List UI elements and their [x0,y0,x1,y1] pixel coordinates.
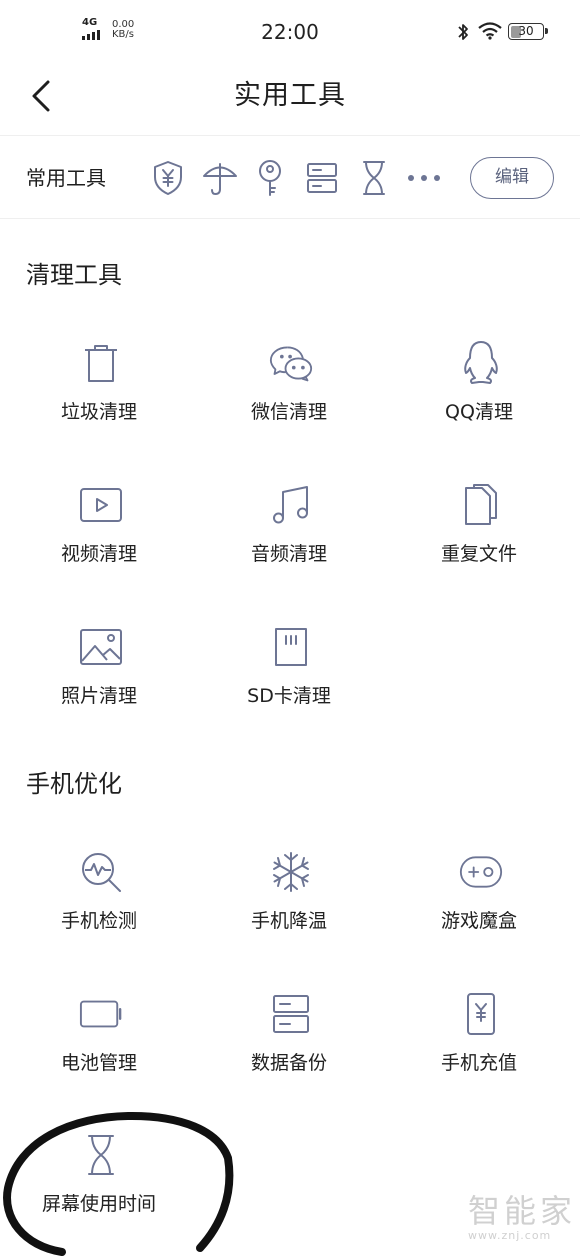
hourglass-icon [79,1133,123,1177]
wechat-icon [269,341,313,385]
video-icon [79,483,123,527]
tool-label: 手机降温 [250,910,327,932]
battery-level: 30 [518,24,534,38]
photo-icon [79,625,123,669]
tool-label: 屏幕使用时间 [41,1193,156,1215]
page-title: 实用工具 [234,80,346,111]
tool-duplicate-files[interactable]: 重复文件 [384,483,574,603]
status-bar: 4G 0.00 KB/s 22:00 30 [0,0,580,62]
bluetooth-icon [458,24,468,40]
tool-audio-cleanup[interactable]: 音频清理 [194,483,384,603]
umbrella-icon[interactable] [200,158,240,198]
tool-phone-check[interactable]: 手机检测 [4,850,194,970]
watermark-brand: 智能家 [468,1192,577,1230]
more-dots-icon[interactable] [404,158,444,198]
tool-game-box[interactable]: 游戏魔盒 [384,850,574,970]
tool-label: 音频清理 [250,543,327,565]
tool-label: 电池管理 [60,1052,137,1074]
watermark-url: www.znj.com [468,1229,552,1242]
tool-label: 微信清理 [250,401,327,423]
key-icon[interactable] [250,158,290,198]
battery-indicator: 30 [508,23,548,40]
trash-icon [79,341,123,385]
tool-qq-cleanup[interactable]: QQ清理 [384,341,574,461]
snowflake-icon [269,850,313,894]
tool-photo-cleanup[interactable]: 照片清理 [4,625,194,745]
phone-check-icon [79,850,123,894]
tool-label: 重复文件 [440,543,517,565]
wifi-icon [478,22,502,40]
music-note-icon [269,483,313,527]
edit-button[interactable]: 编辑 [470,157,554,199]
tool-label: 照片清理 [60,685,137,707]
tool-phone-cooling[interactable]: 手机降温 [194,850,384,970]
tool-phone-recharge[interactable]: 手机充值 [384,992,574,1112]
tool-sd-card-cleanup[interactable]: SD卡清理 [194,625,384,745]
tool-wechat-cleanup[interactable]: 微信清理 [194,341,384,461]
tool-screen-time[interactable]: 屏幕使用时间 [4,1133,194,1253]
tool-battery-manage[interactable]: 电池管理 [4,992,194,1112]
tool-label: 手机充值 [440,1052,517,1074]
tool-label: 视频清理 [60,543,137,565]
data-backup-icon [269,992,313,1036]
tool-label: 游戏魔盒 [440,910,517,932]
storage-icon[interactable] [302,158,342,198]
tool-label: 手机检测 [60,910,137,932]
tool-video-cleanup[interactable]: 视频清理 [4,483,194,603]
hourglass-icon[interactable] [354,158,394,198]
common-tools-label: 常用工具 [26,166,106,190]
common-tools-bar: 常用工具 编辑 [0,135,580,219]
tool-data-backup[interactable]: 数据备份 [194,992,384,1112]
tool-trash-cleanup[interactable]: 垃圾清理 [4,341,194,461]
battery-icon [79,992,123,1036]
section-title-cleanup: 清理工具 [26,261,122,289]
shield-yuan-icon[interactable] [148,158,188,198]
header: 实用工具 [0,62,580,134]
sd-card-icon [269,625,313,669]
tool-label: SD卡清理 [247,685,331,707]
qq-penguin-icon [459,341,503,385]
tool-label: 垃圾清理 [60,401,137,423]
duplicate-files-icon [459,483,503,527]
section-title-optimize: 手机优化 [26,770,122,798]
watermark: 智能家 www.znj.com [468,1192,576,1242]
gamepad-icon [459,850,503,894]
tool-label: 数据备份 [250,1052,327,1074]
phone-recharge-icon [459,992,503,1036]
tool-label: QQ清理 [445,401,513,423]
